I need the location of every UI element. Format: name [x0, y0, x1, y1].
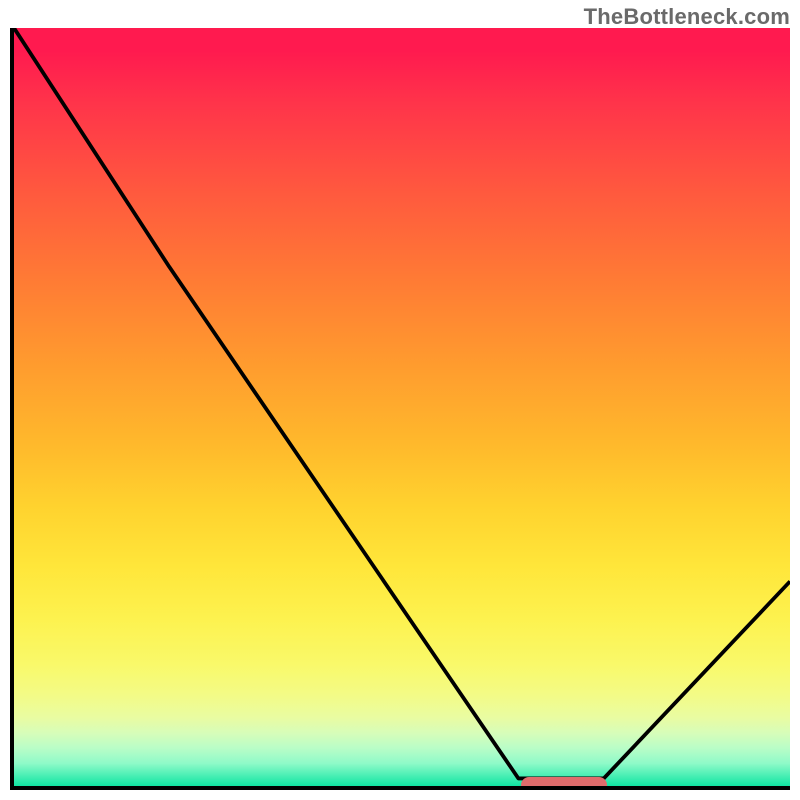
gradient-background [14, 28, 790, 786]
chart-container: TheBottleneck.com [0, 0, 800, 800]
plot-area [10, 28, 790, 790]
watermark-label: TheBottleneck.com [584, 4, 790, 30]
